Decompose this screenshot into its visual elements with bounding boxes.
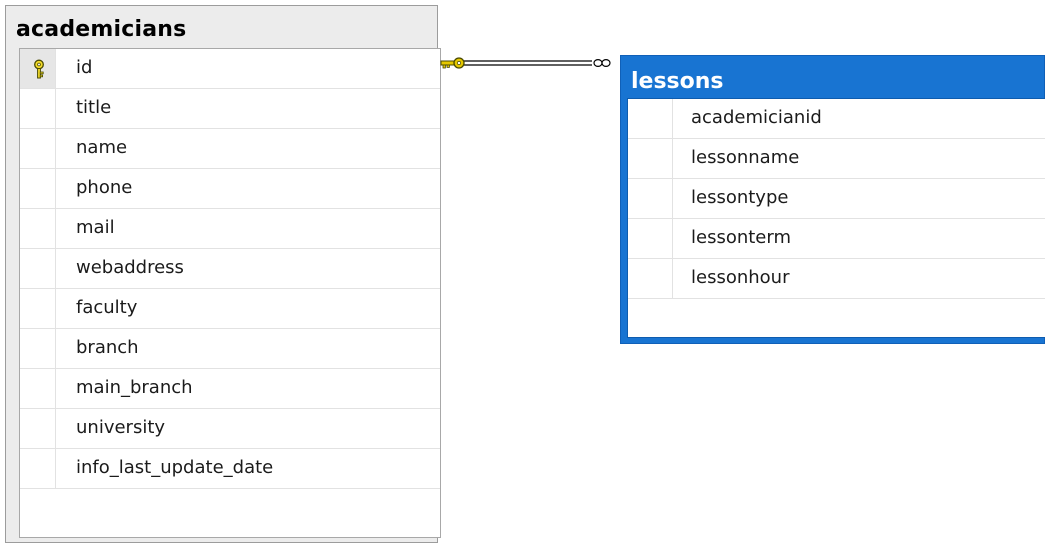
table-title[interactable]: academicians	[16, 17, 186, 42]
row-selector[interactable]	[20, 49, 56, 88]
column-name: university	[76, 417, 166, 438]
column-name: mail	[76, 217, 115, 238]
column-name: name	[76, 137, 128, 158]
row-selector[interactable]	[20, 289, 56, 328]
diagram-canvas: academicians id title name phone mail we…	[0, 0, 1045, 550]
row-selector[interactable]	[20, 209, 56, 248]
column-row-title[interactable]: title	[20, 89, 440, 129]
column-name: id	[76, 57, 93, 78]
infinity-icon	[593, 58, 611, 68]
primary-key-icon	[34, 59, 44, 79]
column-name: info_last_update_date	[76, 457, 274, 478]
column-name: main_branch	[76, 377, 193, 398]
column-row-phone[interactable]: phone	[20, 169, 440, 209]
row-selector[interactable]	[628, 139, 673, 178]
row-selector[interactable]	[628, 99, 673, 138]
column-row-academicianid[interactable]: academicianid	[628, 99, 1045, 139]
relationship-line[interactable]	[438, 52, 628, 76]
row-selector[interactable]	[20, 169, 56, 208]
row-selector[interactable]	[628, 179, 673, 218]
column-name: phone	[76, 177, 133, 198]
table-title[interactable]: lessons	[631, 69, 724, 94]
column-row-mail[interactable]: mail	[20, 209, 440, 249]
column-row-university[interactable]: university	[20, 409, 440, 449]
column-row-lessontype[interactable]: lessontype	[628, 179, 1045, 219]
column-name: academicianid	[691, 107, 822, 128]
column-name: lessonterm	[691, 227, 792, 248]
key-icon	[440, 57, 465, 69]
column-row-lessonhour[interactable]: lessonhour	[628, 259, 1045, 299]
column-row-name[interactable]: name	[20, 129, 440, 169]
row-selector[interactable]	[20, 369, 56, 408]
table-academicians[interactable]: academicians id title name phone mail we…	[5, 5, 441, 543]
row-selector[interactable]	[628, 219, 673, 258]
column-name: lessonname	[691, 147, 800, 168]
column-row-lessonterm[interactable]: lessonterm	[628, 219, 1045, 259]
column-list: id title name phone mail webaddress facu…	[19, 48, 441, 538]
column-row-branch[interactable]: branch	[20, 329, 440, 369]
row-selector[interactable]	[20, 129, 56, 168]
column-name: lessonhour	[691, 267, 790, 288]
column-row-lessonname[interactable]: lessonname	[628, 139, 1045, 179]
column-row-main-branch[interactable]: main_branch	[20, 369, 440, 409]
column-list: academicianid lessonname lessontype less…	[627, 98, 1045, 338]
row-selector[interactable]	[628, 259, 673, 298]
column-name: branch	[76, 337, 139, 358]
row-selector[interactable]	[20, 249, 56, 288]
column-row-info-last-update-date[interactable]: info_last_update_date	[20, 449, 440, 489]
column-row-webaddress[interactable]: webaddress	[20, 249, 440, 289]
row-selector[interactable]	[20, 409, 56, 448]
table-lessons[interactable]: lessons academicianid lessonname lessont…	[620, 55, 1045, 344]
row-selector[interactable]	[20, 89, 56, 128]
column-row-faculty[interactable]: faculty	[20, 289, 440, 329]
column-name: faculty	[76, 297, 138, 318]
column-name: lessontype	[691, 187, 789, 208]
row-selector[interactable]	[20, 449, 56, 488]
column-name: title	[76, 97, 112, 118]
column-row-id[interactable]: id	[20, 49, 440, 89]
column-name: webaddress	[76, 257, 184, 278]
row-selector[interactable]	[20, 329, 56, 368]
